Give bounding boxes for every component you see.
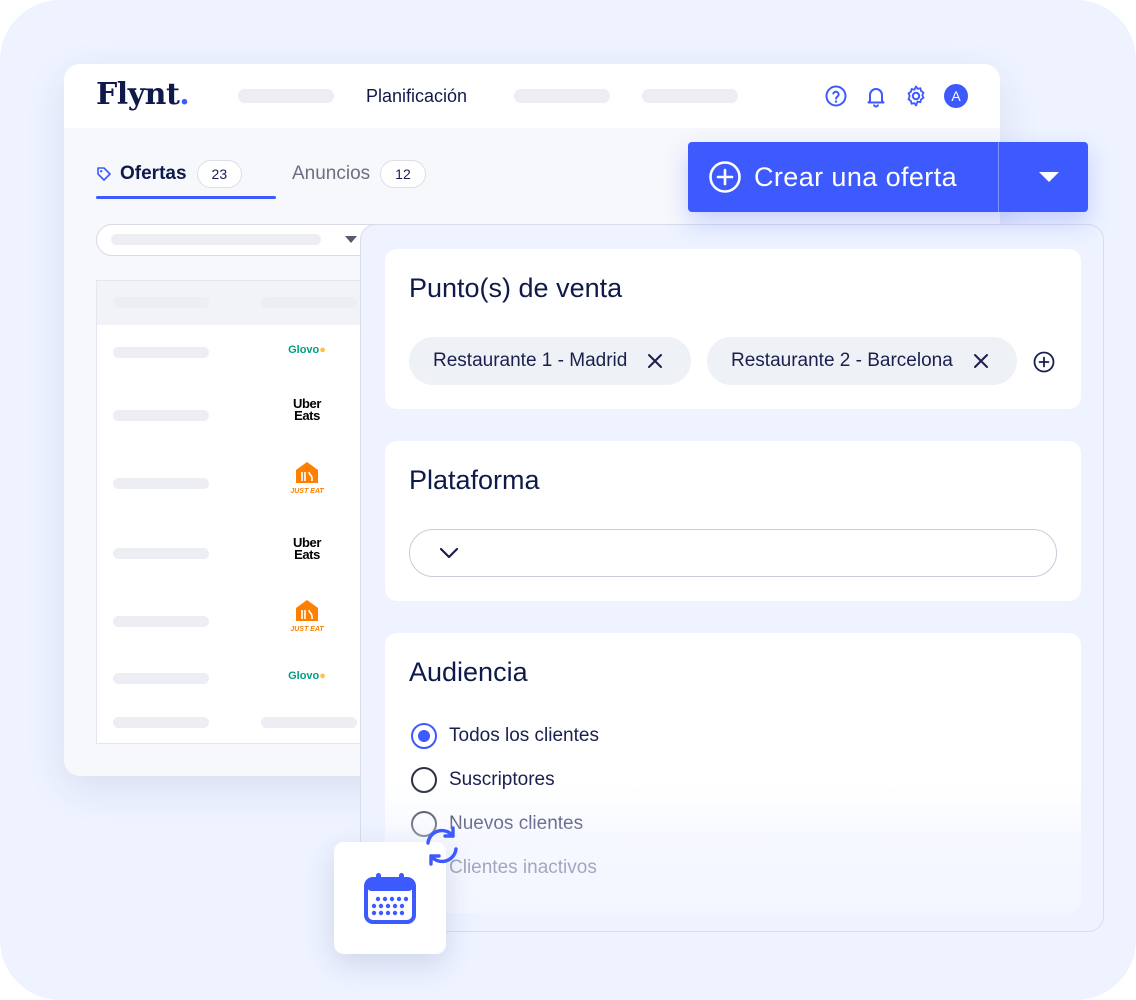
audience-card: Audiencia Todos los clientes Suscriptore… (385, 633, 1081, 913)
just-eat-house-icon (296, 600, 318, 621)
table-header (97, 281, 397, 325)
table-row[interactable]: JUST EAT (97, 585, 397, 655)
card-title: Plataforma (409, 465, 540, 495)
audience-option-todos[interactable]: Todos los clientes (411, 723, 599, 749)
close-icon[interactable] (645, 351, 665, 371)
cell-placeholder (113, 410, 209, 421)
cell-placeholder (113, 673, 209, 684)
tab-ofertas[interactable]: Ofertas 23 (96, 160, 243, 188)
filter-dropdown[interactable] (96, 224, 396, 256)
card-title: Audiencia (409, 657, 528, 687)
active-tab-indicator (96, 196, 276, 199)
caret-down-icon (345, 236, 357, 243)
add-circle-icon[interactable] (1033, 351, 1055, 373)
table-row[interactable]: Glovo● (97, 655, 397, 705)
nav-item-planificacion[interactable]: Planificación (366, 86, 467, 107)
cell-placeholder (261, 717, 357, 728)
tab-label: Ofertas (120, 163, 187, 184)
create-offer-split-button: Crear una oferta (688, 142, 1088, 212)
platform-select[interactable] (409, 529, 1057, 577)
cell-placeholder (113, 717, 209, 728)
create-offer-button[interactable]: Crear una oferta (688, 142, 998, 212)
chip-label: Restaurante 2 - Barcelona (731, 350, 953, 371)
option-label: Clientes inactivos (449, 857, 597, 878)
table-row[interactable] (97, 705, 397, 745)
uber-eats-logo: Uber Eats (292, 396, 322, 423)
filter-placeholder (111, 234, 321, 245)
calendar-icon (364, 873, 416, 924)
gear-icon[interactable] (904, 84, 928, 108)
nav-item-placeholder[interactable] (238, 89, 334, 103)
option-label: Todos los clientes (449, 725, 599, 746)
card-title: Punto(s) de venta (409, 273, 623, 303)
just-eat-logo: JUST EAT (267, 461, 347, 495)
sales-points-card: Punto(s) de venta Restaurante 1 - Madrid… (385, 249, 1081, 409)
count-badge: 12 (380, 160, 426, 188)
create-offer-panel: Punto(s) de venta Restaurante 1 - Madrid… (360, 224, 1104, 932)
option-label: Nuevos clientes (449, 813, 584, 834)
chip-label: Restaurante 1 - Madrid (433, 350, 628, 371)
glovo-logo: Glovo● (288, 670, 326, 682)
user-avatar[interactable]: A (944, 84, 968, 108)
sync-icon (426, 826, 458, 866)
add-circle-icon (709, 161, 741, 193)
column-header-placeholder (261, 297, 357, 308)
caret-down-icon (1039, 172, 1059, 182)
option-label: Suscriptores (449, 769, 555, 790)
just-eat-logo: JUST EAT (267, 599, 347, 633)
uber-eats-logo: Uber Eats (292, 535, 322, 562)
create-offer-dropdown-toggle[interactable] (999, 142, 1088, 212)
bell-icon[interactable] (864, 84, 888, 108)
table-row[interactable]: Uber Eats (97, 379, 397, 445)
column-header-placeholder (113, 297, 209, 308)
close-icon[interactable] (971, 351, 991, 371)
just-eat-house-icon (296, 462, 318, 483)
cell-placeholder (113, 616, 209, 627)
nav-item-placeholder[interactable] (514, 89, 610, 103)
radio-icon[interactable] (411, 767, 437, 793)
chevron-down-icon (439, 547, 459, 559)
table-row[interactable]: Glovo● (97, 325, 397, 379)
create-offer-label: Crear una oferta (754, 161, 958, 192)
flynt-logo[interactable]: Flynt. (96, 77, 190, 112)
cell-placeholder (113, 478, 209, 489)
tab-anuncios[interactable]: Anuncios 12 (292, 160, 426, 188)
audience-option-suscriptores[interactable]: Suscriptores (411, 767, 555, 793)
help-icon[interactable] (824, 84, 848, 108)
sales-point-chip[interactable]: Restaurante 1 - Madrid (409, 337, 691, 385)
tag-icon (97, 167, 111, 181)
offers-table: Glovo● Uber Eats JUST EAT Uber Eats JUST… (96, 280, 397, 745)
nav-item-placeholder[interactable] (642, 89, 738, 103)
top-navigation-bar: Flynt. Planificación A (64, 64, 1000, 128)
radio-selected-icon[interactable] (411, 723, 437, 749)
sales-point-chip[interactable]: Restaurante 2 - Barcelona (707, 337, 1017, 385)
cell-placeholder (113, 347, 209, 358)
table-row[interactable]: Uber Eats (97, 519, 397, 585)
cell-placeholder (113, 548, 209, 559)
count-badge: 23 (196, 160, 243, 188)
platform-card: Plataforma (385, 441, 1081, 601)
glovo-logo: Glovo● (288, 344, 326, 356)
tab-label: Anuncios (292, 163, 371, 184)
table-row[interactable]: JUST EAT (97, 445, 397, 519)
